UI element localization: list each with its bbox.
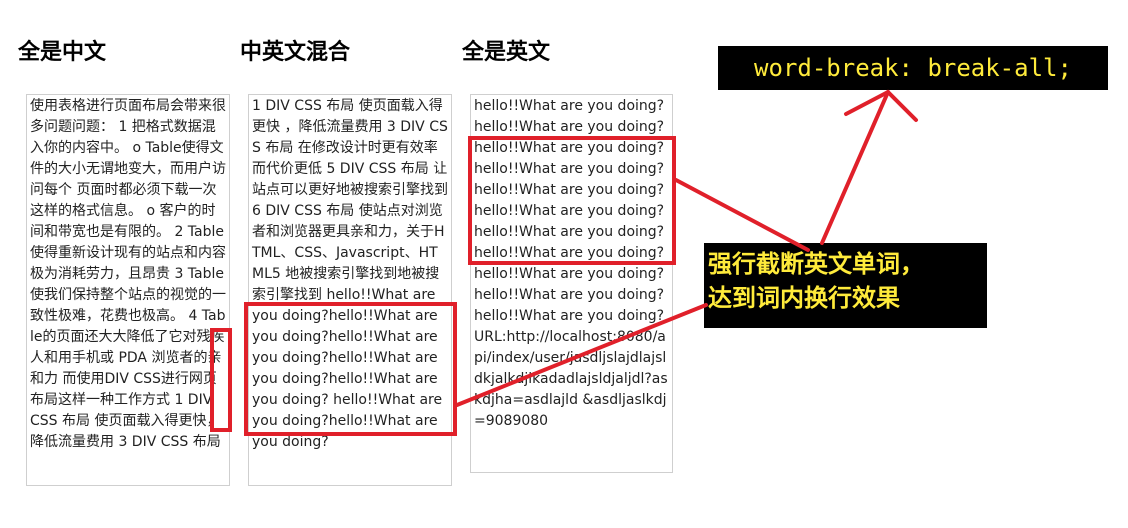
arrow-overlay (455, 90, 918, 407)
arrow-line-up (820, 90, 890, 245)
arrow-line-mixed (455, 303, 708, 407)
arrow-head-right (886, 90, 918, 122)
arrow-line-english (674, 178, 810, 252)
